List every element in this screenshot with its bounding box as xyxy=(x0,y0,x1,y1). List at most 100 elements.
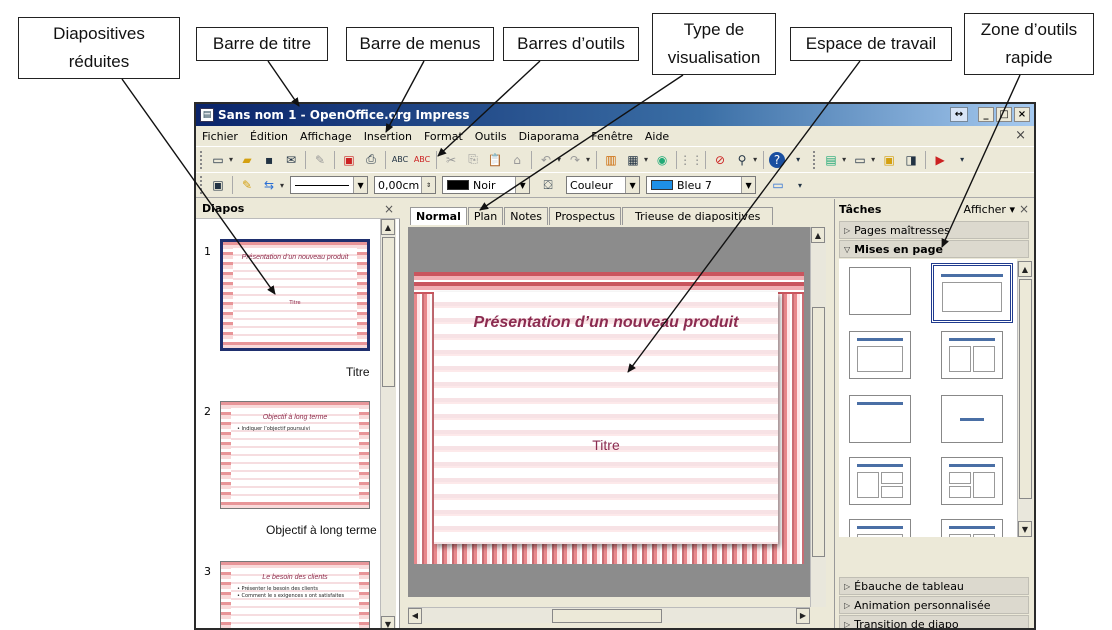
menu-aide[interactable]: Aide xyxy=(639,130,675,143)
autospell-icon[interactable]: ABC xyxy=(413,151,431,169)
scroll-thumb[interactable] xyxy=(812,307,825,557)
edit-file-icon[interactable]: ✎ xyxy=(311,151,329,169)
scroll-down-icon[interactable]: ▼ xyxy=(381,616,395,628)
scroll-down-icon[interactable]: ▼ xyxy=(1018,521,1032,537)
menu-fichier[interactable]: Fichier xyxy=(196,130,244,143)
scroll-right-icon[interactable]: ▶ xyxy=(796,607,810,624)
copy-icon[interactable]: ⎘ xyxy=(464,151,482,169)
section-pages-maitresses[interactable]: ▷ Pages maîtresses xyxy=(839,221,1029,239)
slide-thumbnail[interactable]: Présentation d’un nouveau produit Titre xyxy=(220,239,370,351)
menu-affichage[interactable]: Affichage xyxy=(294,130,358,143)
scroll-up-icon[interactable]: ▲ xyxy=(381,219,395,235)
section-mises-en-page[interactable]: ▽ Mises en page xyxy=(839,240,1029,258)
layout-title-slide[interactable] xyxy=(931,263,1013,323)
layout-title-only[interactable] xyxy=(849,395,911,443)
menu-format[interactable]: Format xyxy=(418,130,469,143)
toolbar-overflow-icon[interactable]: ▾ xyxy=(791,176,809,194)
scroll-left-icon[interactable]: ◀ xyxy=(408,607,422,624)
slide-thumbnail[interactable]: Objectif à long terme • Indiquer l’objec… xyxy=(220,401,370,509)
layout-scrollbar[interactable]: ▲ ▼ xyxy=(1017,261,1033,537)
grid-icon[interactable]: ⋮⋮ xyxy=(679,151,703,169)
line-color-select[interactable]: Noir ▼ xyxy=(442,176,531,194)
toolbar-grip[interactable] xyxy=(200,150,203,169)
spellcheck-icon[interactable]: ABC xyxy=(391,151,409,169)
tasks-view-menu[interactable]: Afficher ▾ xyxy=(963,203,1015,216)
zoom-icon[interactable]: ⚲ xyxy=(733,151,751,169)
slide-canvas[interactable]: Présentation d’un nouveau produit Titre xyxy=(408,227,810,597)
format-paintbrush-icon[interactable]: ⌂ xyxy=(508,151,526,169)
undo-icon[interactable]: ↶ xyxy=(537,151,555,169)
section-transition[interactable]: ▷ Transition de diapo xyxy=(839,615,1029,628)
table-icon[interactable]: ▦ xyxy=(624,151,642,169)
scroll-thumb[interactable] xyxy=(552,608,662,623)
line-width-input[interactable]: 0,00cm ⇕ xyxy=(374,176,437,194)
tab-plan[interactable]: Plan xyxy=(467,207,504,225)
layout-blank[interactable] xyxy=(849,267,911,315)
tab-prospectus[interactable]: Prospectus xyxy=(549,207,622,225)
layout-split-content[interactable] xyxy=(941,457,1003,505)
scroll-thumb[interactable] xyxy=(382,237,395,387)
display-icon[interactable]: ▣ xyxy=(880,151,898,169)
design-icon[interactable]: ◨ xyxy=(902,151,920,169)
maximize-button[interactable]: □ xyxy=(996,107,1012,122)
toolbar-overflow-icon[interactable]: ▾ xyxy=(953,151,971,169)
slideshow-icon[interactable]: ▶ xyxy=(931,151,949,169)
new-document-icon[interactable]: ▭ xyxy=(209,151,227,169)
layout-content-over[interactable] xyxy=(849,519,911,537)
help-icon[interactable]: ? xyxy=(769,151,786,168)
shadow-icon[interactable]: ▭ xyxy=(769,176,787,194)
menu-insertion[interactable]: Insertion xyxy=(358,130,418,143)
line-style-icon[interactable]: ✎ xyxy=(238,176,256,194)
layout-content-split[interactable] xyxy=(849,457,911,505)
hyperlink-icon[interactable]: ◉ xyxy=(653,151,671,169)
export-pdf-icon[interactable]: ▣ xyxy=(340,151,358,169)
title-bar[interactable]: ▤ Sans nom 1 - OpenOffice.org Impress ↔ … xyxy=(196,104,1034,126)
toolbar-grip[interactable] xyxy=(813,150,816,169)
slide-title[interactable]: Présentation d’un nouveau produit xyxy=(434,314,778,332)
slide-icon[interactable]: ▤ xyxy=(822,151,840,169)
layout-centered-text[interactable] xyxy=(941,395,1003,443)
area-style-select[interactable]: Couleur ▼ xyxy=(566,176,641,194)
menu-fenetre[interactable]: Fenêtre xyxy=(585,130,639,143)
slide-layout-icon[interactable]: ▭ xyxy=(851,151,869,169)
toolbar-grip[interactable] xyxy=(200,176,203,194)
print-icon[interactable]: ⎙ xyxy=(362,151,380,169)
scroll-thumb[interactable] xyxy=(1019,279,1032,499)
dock-icon[interactable]: ↔ xyxy=(950,107,968,122)
tab-notes[interactable]: Notes xyxy=(504,207,549,225)
paste-icon[interactable]: 📋 xyxy=(486,151,504,169)
cut-icon[interactable]: ✂ xyxy=(442,151,460,169)
fill-color-select[interactable]: Bleu 7 ▼ xyxy=(646,176,757,194)
menu-diaporama[interactable]: Diaporama xyxy=(513,130,586,143)
minimize-button[interactable]: _ xyxy=(978,107,994,122)
slides-scrollbar[interactable]: ▲ ▼ xyxy=(380,219,396,628)
close-button[interactable]: × xyxy=(1014,107,1030,122)
object-properties-icon[interactable]: ▣ xyxy=(209,176,227,194)
fill-bucket-icon[interactable]: ⛋ xyxy=(539,176,557,194)
menu-edition[interactable]: Édition xyxy=(244,130,294,143)
layout-title-content[interactable] xyxy=(849,331,911,379)
arrow-style-icon[interactable]: ⇆ xyxy=(260,176,278,194)
workspace-vscrollbar[interactable]: ▲ xyxy=(810,227,826,607)
layout-four-content[interactable] xyxy=(941,519,1003,537)
slide-subtitle[interactable]: Titre xyxy=(434,437,778,453)
section-ebauche-tableau[interactable]: ▷ Ébauche de tableau xyxy=(839,577,1029,595)
close-icon[interactable]: × xyxy=(1019,202,1029,216)
menu-outils[interactable]: Outils xyxy=(469,130,513,143)
scroll-up-icon[interactable]: ▲ xyxy=(1018,261,1032,277)
chart-icon[interactable]: ▥ xyxy=(602,151,620,169)
scroll-up-icon[interactable]: ▲ xyxy=(811,227,825,243)
open-folder-icon[interactable]: ▰ xyxy=(238,151,256,169)
slide-content-area[interactable]: Présentation d’un nouveau produit Titre xyxy=(434,292,778,544)
tab-trieuse[interactable]: Trieuse de diapositives xyxy=(622,207,774,225)
close-document-icon[interactable]: × xyxy=(1015,128,1026,143)
close-icon[interactable]: × xyxy=(384,202,394,216)
toolbar-overflow-icon[interactable]: ▾ xyxy=(789,151,807,169)
current-slide[interactable]: Présentation d’un nouveau produit Titre xyxy=(414,272,804,564)
tab-normal[interactable]: Normal xyxy=(410,207,467,225)
redo-icon[interactable]: ↷ xyxy=(566,151,584,169)
email-icon[interactable]: ✉ xyxy=(282,151,300,169)
workspace-hscrollbar[interactable]: ◀ ▶ xyxy=(408,607,810,624)
slide-thumbnail[interactable]: Le besoin des clients • Présenter le bes… xyxy=(220,561,370,628)
section-animation[interactable]: ▷ Animation personnalisée xyxy=(839,596,1029,614)
